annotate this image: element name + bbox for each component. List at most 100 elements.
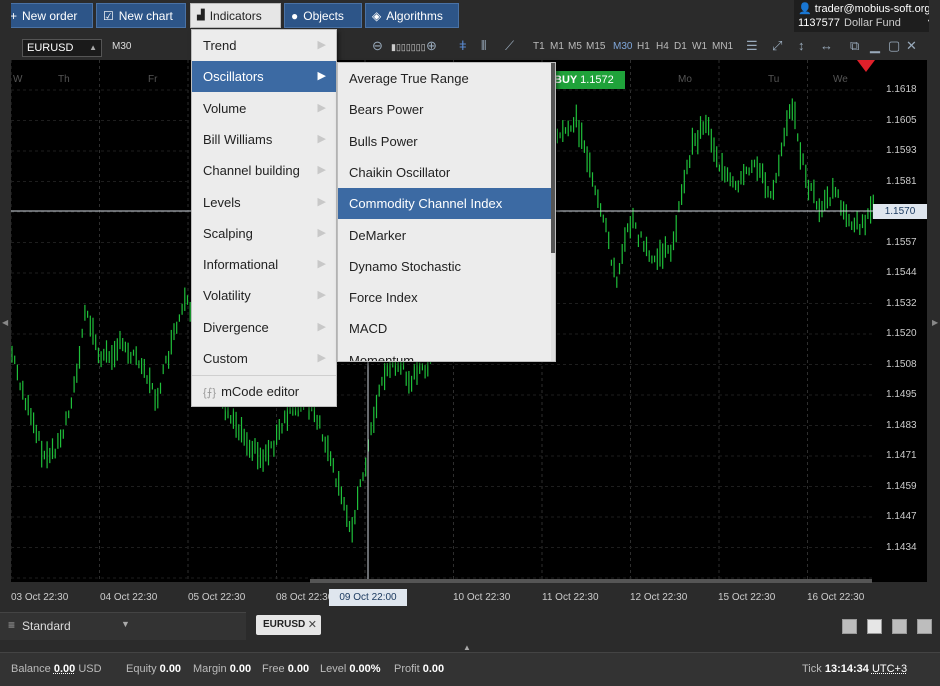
- collapse-left-icon: ◀: [2, 318, 9, 327]
- submenu-item-dynamo-stochastic[interactable]: Dynamo Stochastic: [338, 251, 551, 282]
- price-tick: 1.1557: [886, 236, 917, 248]
- timeframe-m30[interactable]: M30: [613, 41, 632, 52]
- zoom-slider[interactable]: ▮▯▯▯▯▯▯: [391, 42, 426, 53]
- horizontal-scrollbar[interactable]: [310, 579, 872, 583]
- candles-icon[interactable]: ⫴: [481, 38, 486, 54]
- price-tick: 1.1618: [886, 84, 917, 95]
- menu-item-volatility[interactable]: Volatility ▶: [192, 280, 336, 311]
- timeframe-m5[interactable]: M5: [568, 41, 582, 52]
- indicator-settings-icon[interactable]: ☰: [746, 38, 758, 54]
- maximize-icon[interactable]: ▢: [888, 38, 900, 54]
- menu-item-scalping[interactable]: Scalping ▶: [192, 218, 336, 249]
- time-tick: 05 Oct 22:30: [188, 592, 246, 603]
- timeframe-h1[interactable]: H1: [637, 41, 650, 52]
- submenu-item-force-index[interactable]: Force Index: [338, 282, 551, 313]
- expand-panel-icon[interactable]: ▲: [463, 643, 471, 652]
- price-tick: 1.1471: [886, 450, 917, 461]
- crosshair-time-label: 09 Oct 22:00: [329, 589, 407, 606]
- submenu-item-average-true-range[interactable]: Average True Range: [338, 63, 551, 94]
- line-chart-icon[interactable]: ⟋: [505, 38, 514, 54]
- zoom-out-icon[interactable]: ⊖: [372, 38, 383, 54]
- account-panel[interactable]: 👤 trader@mobius-soft.org 1137577 Dollar F…: [794, 0, 940, 32]
- right-collapse-strip[interactable]: ▶: [929, 0, 940, 612]
- timeframe-mn1[interactable]: MN1: [712, 41, 733, 52]
- timeframe-m1[interactable]: M1: [550, 41, 564, 52]
- submenu-item-momentum[interactable]: Momentum: [338, 345, 551, 361]
- submenu-item-macd[interactable]: MACD: [338, 313, 551, 344]
- menu-item-custom[interactable]: Custom ▶: [192, 343, 336, 374]
- chevron-right-icon: ▶: [317, 39, 326, 51]
- layout-single-icon[interactable]: [842, 619, 857, 634]
- price-scale[interactable]: 1.1618 1.1605 1.1593 1.1581 1.1557 1.1544 1.15…: [875, 60, 927, 582]
- submenu-item-chaikin-oscillator[interactable]: Chaikin Oscillator: [338, 157, 551, 188]
- submenu-item-bears-power[interactable]: Bears Power: [338, 94, 551, 125]
- layout-columns-icon[interactable]: [892, 619, 907, 634]
- crosshair-icon[interactable]: ǂ: [459, 38, 467, 53]
- new-chart-button[interactable]: ☑ New chart: [96, 3, 186, 28]
- algorithms-button[interactable]: ◈ Algorithms: [365, 3, 459, 28]
- layout-rows-icon[interactable]: [917, 619, 932, 634]
- menu-item-informational[interactable]: Informational ▶: [192, 249, 336, 280]
- timeframe-d1[interactable]: D1: [674, 41, 687, 52]
- hamburger-icon: ≡: [8, 618, 16, 632]
- chart-checkbox-icon: ☑: [103, 8, 114, 23]
- level-status: Level 0.00%: [320, 663, 381, 675]
- price-tick: 1.1459: [886, 480, 917, 492]
- chart-tab-eurusd[interactable]: EURUSD ✕: [256, 615, 321, 635]
- new-order-button[interactable]: + New order: [3, 3, 93, 28]
- layout-selector[interactable]: ≡ Standard ▼: [0, 612, 246, 640]
- detach-icon[interactable]: ⧉: [850, 38, 859, 54]
- chevron-right-icon: ▶: [317, 70, 326, 83]
- layout-grid-icon[interactable]: [867, 619, 882, 634]
- menu-item-volume[interactable]: Volume ▶: [192, 93, 336, 124]
- submenu-item-demarker[interactable]: DeMarker: [338, 220, 551, 251]
- draw-line-icon[interactable]: ⤢: [772, 38, 782, 54]
- equity-status: Equity 0.00: [126, 663, 182, 675]
- timezone-selector[interactable]: UTC+3: [872, 663, 907, 675]
- time-tick: 03 Oct 22:30: [11, 592, 69, 603]
- timeframe-w1[interactable]: W1: [692, 41, 707, 52]
- close-tab-icon[interactable]: ✕: [308, 615, 317, 635]
- menu-item-levels[interactable]: Levels ▶: [192, 187, 336, 218]
- menu-item-channel-building[interactable]: Channel building ▶: [192, 155, 336, 186]
- chart-toolbar: [11, 36, 927, 58]
- chevron-down-icon: ▼: [121, 619, 130, 629]
- left-collapse-strip[interactable]: ◀: [0, 0, 11, 612]
- symbol-selector[interactable]: EURUSD ▲: [22, 39, 102, 57]
- chevron-right-icon: ▶: [317, 164, 326, 177]
- menu-item-oscillators[interactable]: Oscillators ▶: [192, 61, 336, 93]
- time-scale[interactable]: 03 Oct 22:30 04 Oct 22:30 05 Oct 22:30 08 O…: [11, 582, 927, 608]
- chevron-right-icon: ▶: [317, 258, 326, 271]
- user-icon: 👤: [798, 3, 812, 15]
- timeframe-t1[interactable]: T1: [533, 41, 545, 52]
- horizontal-scale-icon[interactable]: ↔: [820, 38, 833, 53]
- menu-item-divergence[interactable]: Divergence ▶: [192, 312, 336, 343]
- timeframe-m15[interactable]: M15: [586, 41, 605, 52]
- time-tick: 12 Oct 22:30: [630, 592, 688, 603]
- buy-price-badge[interactable]: BUY 1.1572: [550, 71, 625, 89]
- timeframe-h4[interactable]: H4: [656, 41, 669, 52]
- objects-button[interactable]: ● Objects: [284, 3, 362, 28]
- price-tick: 1.1532: [886, 297, 917, 309]
- time-tick: 16 Oct 22:30: [807, 592, 865, 603]
- day-label: Tu: [768, 74, 779, 85]
- mcode-editor-item[interactable]: {⨍} mCode editor: [192, 375, 336, 406]
- status-bar: Balance 0.00 USD Equity 0.00 Margin 0.00…: [0, 652, 940, 686]
- day-label: W: [13, 74, 23, 85]
- chevron-right-icon: ▶: [317, 132, 326, 145]
- submenu-item-bulls-power[interactable]: Bulls Power: [338, 126, 551, 157]
- vertical-scale-icon[interactable]: ↕: [798, 38, 805, 53]
- minimize-icon[interactable]: ▁: [870, 38, 880, 54]
- submenu-item-commodity-channel-index[interactable]: Commodity Channel Index: [338, 188, 551, 220]
- submenu-scroll-thumb[interactable]: [551, 63, 555, 253]
- menu-item-trend[interactable]: Trend ▶: [192, 30, 336, 61]
- price-tick: 1.1447: [886, 511, 917, 522]
- zoom-in-icon[interactable]: ⊕: [426, 38, 437, 54]
- chevron-right-icon: ▶: [317, 352, 326, 364]
- menu-item-bill-williams[interactable]: Bill Williams ▶: [192, 124, 336, 155]
- price-tick: 1.1593: [886, 145, 917, 156]
- indicators-button[interactable]: ▟ Indicators: [190, 3, 281, 28]
- account-selector[interactable]: 1137577 Dollar Fund: [798, 17, 901, 29]
- server-time: Tick 13:14:34 UTC+3: [802, 663, 908, 675]
- close-icon[interactable]: ✕: [906, 38, 917, 54]
